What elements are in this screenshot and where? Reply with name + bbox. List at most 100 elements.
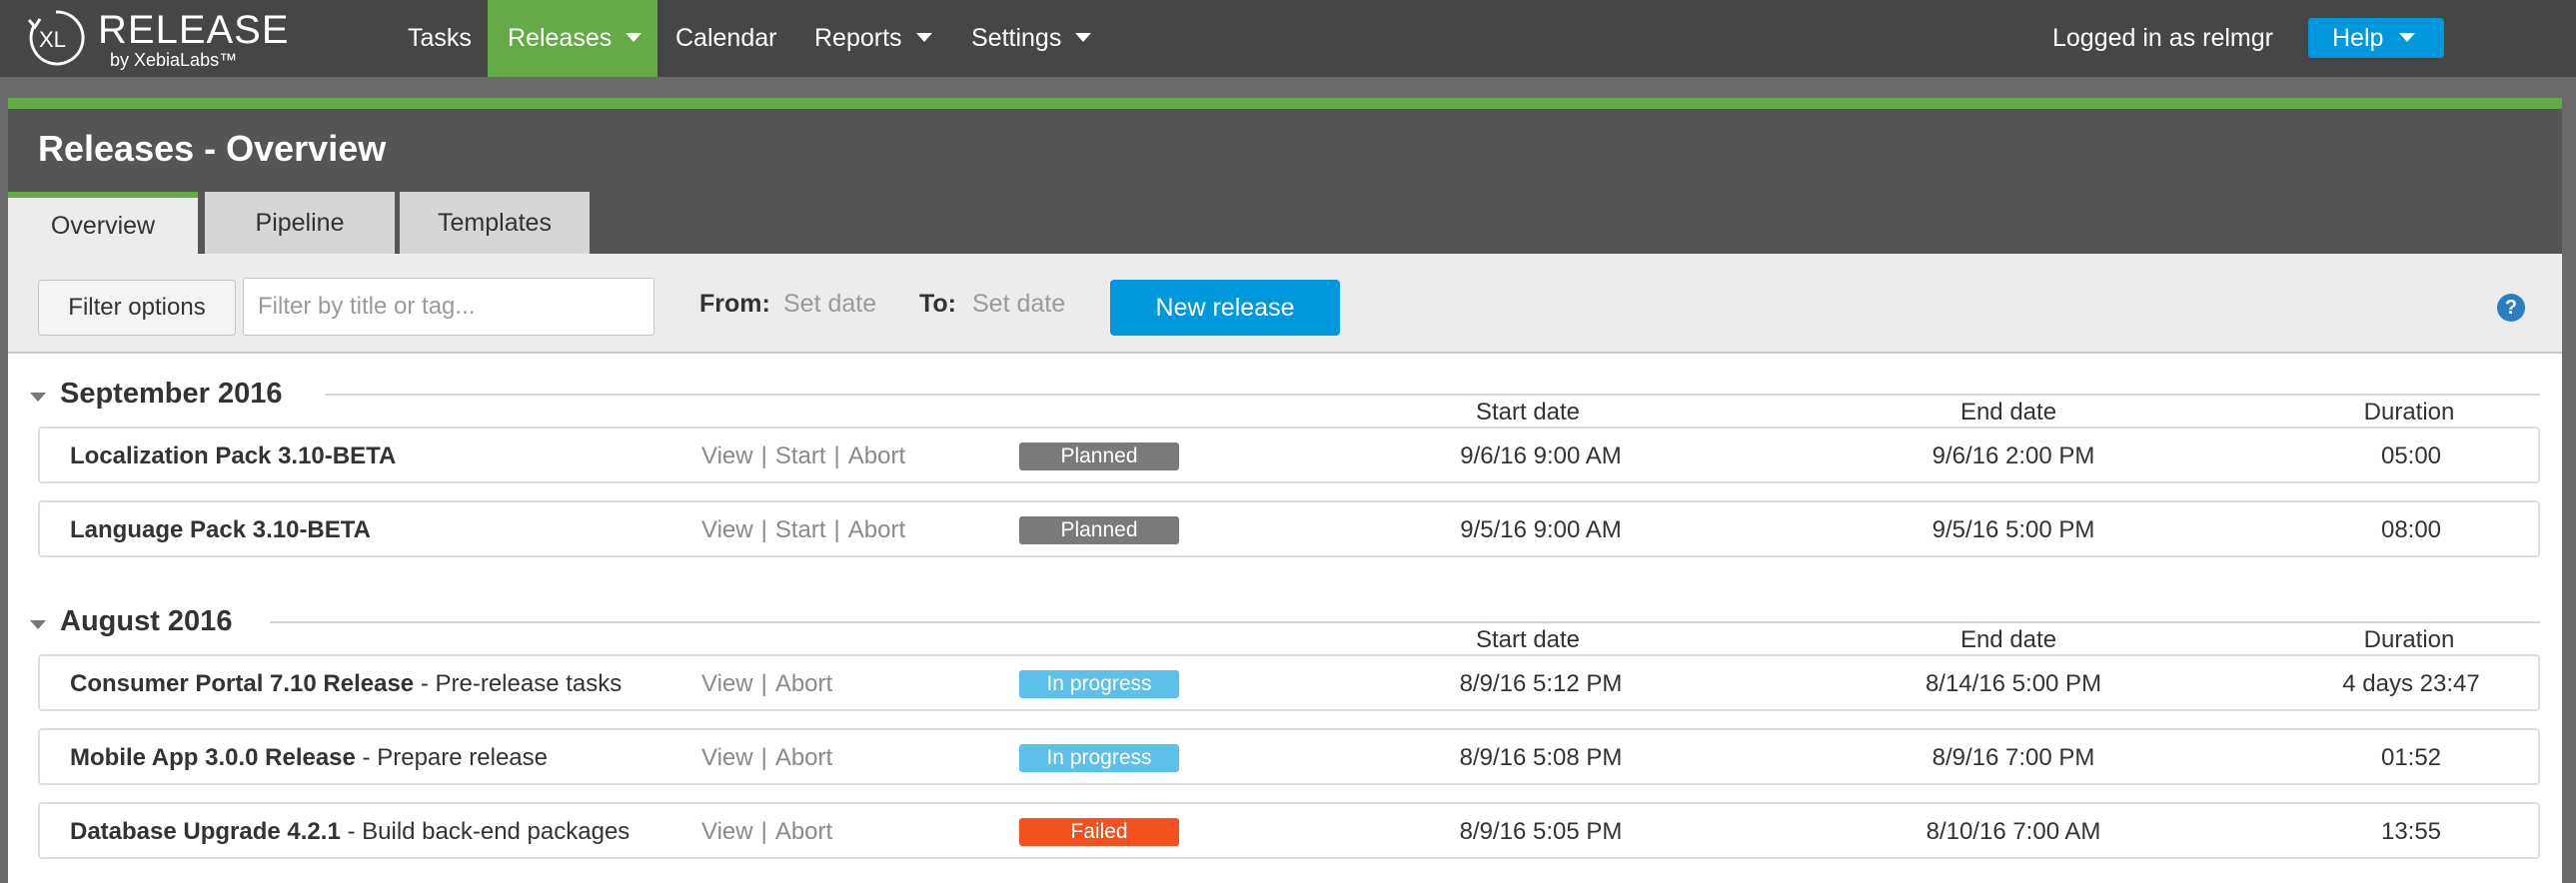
to-label: To:: [919, 290, 957, 318]
release-row[interactable]: Localization Pack 3.10-BETA View | Start | A…: [38, 427, 2540, 483]
svg-text:XL: XL: [39, 27, 66, 52]
logo-subtitle: by XebiaLabs™: [110, 50, 238, 70]
from-label: From:: [699, 290, 770, 318]
view-link[interactable]: View: [701, 516, 753, 543]
nav-releases[interactable]: Releases: [488, 0, 657, 77]
release-name: Language Pack 3.10-BETA: [70, 516, 371, 543]
start-date: 8/9/16 5:05 PM: [1459, 818, 1623, 845]
end-date: 9/5/16 5:00 PM: [1932, 516, 2095, 543]
nav-calendar[interactable]: Calendar: [655, 0, 796, 77]
new-release-button[interactable]: New release: [1110, 280, 1340, 336]
accent-bar: [8, 98, 2562, 109]
column-end-date: End date: [1959, 626, 2057, 653]
chevron-down-icon: [626, 32, 643, 42]
duration: 4 days 23:47: [2342, 670, 2480, 697]
release-row[interactable]: Database Upgrade 4.2.1 - Build back-end …: [38, 802, 2540, 859]
filter-options-button[interactable]: Filter options: [38, 280, 236, 336]
release-phase: - Build back-end packages: [340, 818, 631, 845]
release-row[interactable]: Mobile App 3.0.0 Release - Prepare relea…: [38, 728, 2540, 785]
release-title[interactable]: Mobile App 3.0.0 Release - Prepare relea…: [70, 744, 548, 772]
start-date: 9/6/16 9:00 AM: [1460, 442, 1622, 469]
help-label: Help: [2332, 24, 2384, 52]
tab-pipeline-label: Pipeline: [255, 209, 345, 237]
duration: 13:55: [2380, 818, 2442, 845]
release-title[interactable]: Localization Pack 3.10-BETA: [70, 442, 396, 470]
column-duration: Duration: [2363, 626, 2455, 653]
to-date-picker[interactable]: Set date: [972, 290, 1065, 319]
tab-templates-label: Templates: [438, 209, 552, 237]
abort-link[interactable]: Abort: [848, 516, 905, 543]
action-separator: |: [760, 516, 767, 543]
release-name: Database Upgrade 4.2.1: [70, 818, 341, 845]
action-separator: |: [760, 442, 767, 469]
start-date: 8/9/16 5:12 PM: [1459, 670, 1623, 697]
status-badge: In progress: [1019, 744, 1179, 772]
action-separator: |: [760, 744, 767, 771]
filter-input[interactable]: [243, 278, 654, 336]
release-actions: View | Start | Abort: [701, 442, 905, 470]
column-start-date: Start date: [1475, 626, 1581, 653]
status-badge: Planned: [1019, 442, 1179, 470]
duration: 05:00: [2380, 442, 2442, 469]
view-link[interactable]: View: [701, 744, 753, 771]
start-link[interactable]: Start: [775, 516, 826, 543]
tab-templates[interactable]: Templates: [400, 192, 590, 254]
release-name: Localization Pack 3.10-BETA: [70, 442, 397, 469]
xl-logo-icon: XL: [27, 10, 85, 66]
nav-tasks-label: Tasks: [408, 24, 472, 52]
nav-reports-label: Reports: [814, 24, 902, 52]
abort-link[interactable]: Abort: [775, 744, 832, 771]
help-icon[interactable]: ?: [2497, 294, 2525, 322]
tab-overview[interactable]: Overview: [8, 192, 198, 254]
duration: 01:52: [2380, 744, 2442, 771]
group-title-september-2016: September 2016: [60, 378, 283, 410]
duration: 08:00: [2380, 516, 2442, 543]
start-link[interactable]: Start: [775, 442, 826, 469]
nav-calendar-label: Calendar: [675, 24, 777, 52]
from-date-picker[interactable]: Set date: [783, 290, 876, 319]
chevron-down-icon: [915, 32, 932, 42]
release-actions: View | Abort: [701, 818, 832, 846]
status-badge: Failed: [1019, 818, 1179, 846]
column-end-date: End date: [1959, 399, 2057, 426]
abort-link[interactable]: Abort: [848, 442, 905, 469]
action-separator: |: [760, 670, 767, 697]
column-start-date: Start date: [1475, 399, 1581, 426]
release-row[interactable]: Consumer Portal 7.10 Release - Pre-relea…: [38, 654, 2540, 711]
group-divider: [325, 394, 2540, 396]
tab-pipeline[interactable]: Pipeline: [205, 192, 395, 254]
status-badge: In progress: [1019, 670, 1179, 698]
release-name: Mobile App 3.0.0 Release: [70, 744, 356, 771]
release-phase: - Prepare release: [355, 744, 548, 771]
nav-tasks[interactable]: Tasks: [388, 0, 492, 77]
help-button[interactable]: Help: [2308, 18, 2444, 58]
release-row[interactable]: Language Pack 3.10-BETA View | Start | Abort…: [38, 500, 2540, 557]
action-separator: |: [833, 516, 840, 543]
view-link[interactable]: View: [701, 818, 753, 845]
collapse-triangle-icon[interactable]: [30, 620, 46, 629]
release-phase: - Pre-release tasks: [414, 670, 623, 697]
tab-overview-label: Overview: [50, 212, 156, 240]
collapse-triangle-icon[interactable]: [30, 393, 46, 402]
release-title[interactable]: Consumer Portal 7.10 Release - Pre-relea…: [70, 670, 622, 698]
end-date: 8/9/16 7:00 PM: [1932, 744, 2095, 771]
end-date: 8/10/16 7:00 AM: [1926, 818, 2101, 845]
release-name: Consumer Portal 7.10 Release: [70, 670, 415, 697]
view-link[interactable]: View: [701, 670, 753, 697]
view-link[interactable]: View: [701, 442, 753, 469]
end-date: 9/6/16 2:00 PM: [1932, 442, 2095, 469]
abort-link[interactable]: Abort: [775, 818, 832, 845]
nav-reports[interactable]: Reports: [794, 0, 952, 77]
group-divider: [270, 621, 2540, 623]
release-title[interactable]: Database Upgrade 4.2.1 - Build back-end …: [70, 818, 630, 846]
nav-settings[interactable]: Settings: [951, 0, 1111, 77]
abort-link[interactable]: Abort: [775, 670, 832, 697]
release-actions: View | Abort: [701, 744, 832, 772]
logo-title: RELEASE: [98, 8, 290, 52]
nav-releases-label: Releases: [508, 24, 613, 52]
release-title[interactable]: Language Pack 3.10-BETA: [70, 516, 371, 544]
release-actions: View | Start | Abort: [701, 516, 905, 544]
chevron-down-icon: [2399, 32, 2416, 42]
release-actions: View | Abort: [701, 670, 832, 698]
logged-in-user: Logged in as relmgr: [2052, 24, 2273, 52]
